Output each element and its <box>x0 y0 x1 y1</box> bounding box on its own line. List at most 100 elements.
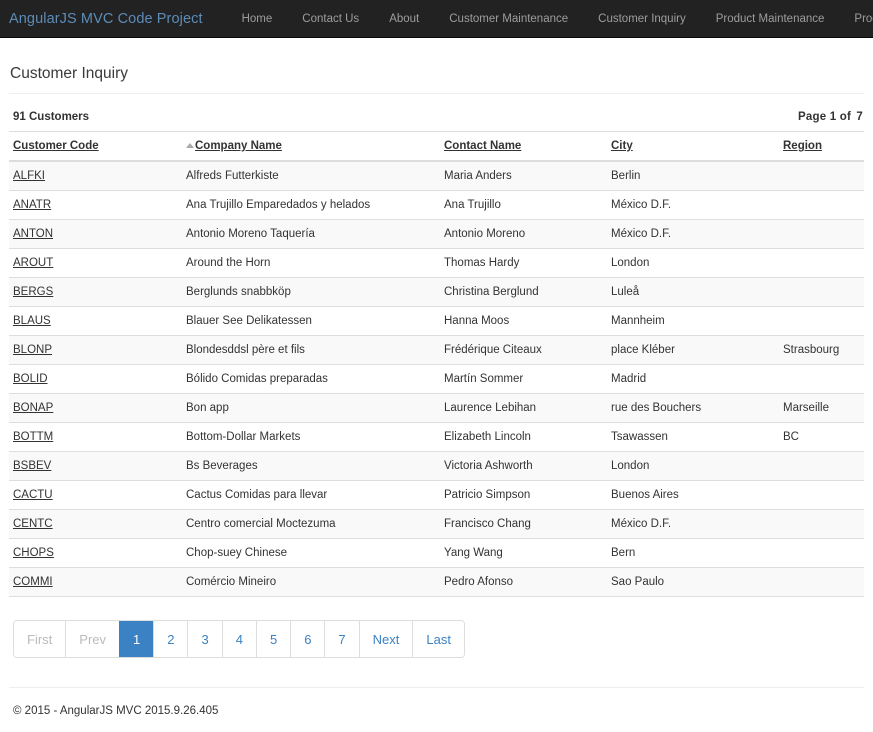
table-row: BOLIDBólido Comidas preparadasMartín Som… <box>9 365 864 394</box>
cell-region: BC <box>779 423 864 452</box>
cell-company-name: Blondesddsl père et fils <box>182 336 440 365</box>
column-header-link[interactable]: Contact Name <box>444 140 521 152</box>
cell-region <box>779 307 864 336</box>
cell-city: México D.F. <box>607 191 779 220</box>
nav-link-about[interactable]: About <box>374 0 434 38</box>
customer-code-link[interactable]: BLONP <box>13 344 52 356</box>
cell-contact-name: Thomas Hardy <box>440 249 607 278</box>
cell-contact-name: Hanna Moos <box>440 307 607 336</box>
page-indicator-current: 1 <box>830 111 837 123</box>
cell-customer-code: ANTON <box>9 220 182 249</box>
cell-city: Tsawassen <box>607 423 779 452</box>
cell-region <box>779 481 864 510</box>
customer-code-link[interactable]: BONAP <box>13 402 53 414</box>
table-row: BOTTMBottom-Dollar MarketsElizabeth Linc… <box>9 423 864 452</box>
cell-region <box>779 278 864 307</box>
cell-city: place Kléber <box>607 336 779 365</box>
navbar-brand[interactable]: AngularJS MVC Code Project <box>9 11 213 27</box>
nav-link-contact-us[interactable]: Contact Us <box>287 0 374 38</box>
nav-link-customer-inquiry[interactable]: Customer Inquiry <box>583 0 701 38</box>
pagination-1: 1 <box>119 621 153 657</box>
cell-contact-name: Laurence Lebihan <box>440 394 607 423</box>
cell-company-name: Bottom-Dollar Markets <box>182 423 440 452</box>
cell-city: México D.F. <box>607 220 779 249</box>
cell-city: London <box>607 249 779 278</box>
cell-region <box>779 568 864 597</box>
cell-city: Sao Paulo <box>607 568 779 597</box>
table-row: ANATRAna Trujillo Emparedados y heladosA… <box>9 191 864 220</box>
customer-code-link[interactable]: BOLID <box>13 373 48 385</box>
customer-code-link[interactable]: BOTTM <box>13 431 53 443</box>
sort-ascending-caret-icon <box>186 143 194 148</box>
table-header-row: Customer Code Company Name Contact Name Cit… <box>9 132 864 162</box>
column-header-company-name[interactable]: Company Name <box>182 132 440 162</box>
column-header-link[interactable]: Company Name <box>195 140 282 152</box>
column-header-link[interactable]: City <box>611 140 633 152</box>
customer-code-link[interactable]: CENTC <box>13 518 53 530</box>
column-header-customer-code[interactable]: Customer Code <box>9 132 182 162</box>
column-header-contact-name[interactable]: Contact Name <box>440 132 607 162</box>
cell-city: Bern <box>607 539 779 568</box>
customer-code-link[interactable]: COMMI <box>13 576 53 588</box>
cell-contact-name: Patricio Simpson <box>440 481 607 510</box>
cell-contact-name: Pedro Afonso <box>440 568 607 597</box>
cell-company-name: Blauer See Delikatessen <box>182 307 440 336</box>
table-row: BONAPBon appLaurence Lebihanrue des Bouc… <box>9 394 864 423</box>
customer-code-link[interactable]: BERGS <box>13 286 53 298</box>
cell-company-name: Bon app <box>182 394 440 423</box>
pagination: FirstPrev1234567NextLast <box>13 620 465 658</box>
cell-customer-code: BOTTM <box>9 423 182 452</box>
cell-customer-code: ANATR <box>9 191 182 220</box>
customer-code-link[interactable]: ANTON <box>13 228 53 240</box>
pagination-last[interactable]: Last <box>412 621 464 657</box>
pagination-5[interactable]: 5 <box>256 621 290 657</box>
column-header-link[interactable]: Customer Code <box>13 140 99 152</box>
pagination-first: First <box>14 621 65 657</box>
cell-region <box>779 452 864 481</box>
cell-region <box>779 365 864 394</box>
customer-code-link[interactable]: ANATR <box>13 199 51 211</box>
pagination-2[interactable]: 2 <box>153 621 187 657</box>
column-header-city[interactable]: City <box>607 132 779 162</box>
customer-code-link[interactable]: ALFKI <box>13 170 45 182</box>
cell-city: México D.F. <box>607 510 779 539</box>
cell-company-name: Cactus Comidas para llevar <box>182 481 440 510</box>
pagination-4[interactable]: 4 <box>222 621 256 657</box>
cell-contact-name: Antonio Moreno <box>440 220 607 249</box>
pagination-6[interactable]: 6 <box>290 621 324 657</box>
cell-region <box>779 161 864 191</box>
customer-count-label: 91 Customers <box>13 111 89 123</box>
pagination-prev: Prev <box>65 621 119 657</box>
column-header-link[interactable]: Region <box>783 140 822 152</box>
pagination-3[interactable]: 3 <box>187 621 221 657</box>
cell-customer-code: BLONP <box>9 336 182 365</box>
nav-link-home[interactable]: Home <box>227 0 288 38</box>
cell-contact-name: Ana Trujillo <box>440 191 607 220</box>
pagination-7[interactable]: 7 <box>324 621 358 657</box>
customer-code-link[interactable]: CACTU <box>13 489 53 501</box>
cell-region <box>779 510 864 539</box>
cell-city: Madrid <box>607 365 779 394</box>
customer-code-link[interactable]: AROUT <box>13 257 53 269</box>
cell-contact-name: Martín Sommer <box>440 365 607 394</box>
page-title: Customer Inquiry <box>10 64 864 84</box>
cell-company-name: Centro comercial Moctezuma <box>182 510 440 539</box>
page-indicator-prefix: Page <box>798 111 826 123</box>
customer-code-link[interactable]: BLAUS <box>13 315 51 327</box>
cell-city: Luleå <box>607 278 779 307</box>
cell-customer-code: CACTU <box>9 481 182 510</box>
cell-company-name: Bs Beverages <box>182 452 440 481</box>
customer-code-link[interactable]: CHOPS <box>13 547 54 559</box>
cell-customer-code: ALFKI <box>9 161 182 191</box>
pagination-next[interactable]: Next <box>359 621 413 657</box>
cell-contact-name: Yang Wang <box>440 539 607 568</box>
cell-contact-name: Frédérique Citeaux <box>440 336 607 365</box>
cell-company-name: Berglunds snabbköp <box>182 278 440 307</box>
table-row: CACTU Cactus Comidas para llevarPatricio … <box>9 481 864 510</box>
page-indicator-of: of <box>840 111 851 123</box>
nav-link-product-maintenance[interactable]: Product Maintenance <box>701 0 840 38</box>
column-header-region[interactable]: Region <box>779 132 864 162</box>
nav-link-customer-maintenance[interactable]: Customer Maintenance <box>434 0 583 38</box>
nav-link-product-inquiry[interactable]: Product Inquiry <box>839 0 873 38</box>
customer-code-link[interactable]: BSBEV <box>13 460 51 472</box>
